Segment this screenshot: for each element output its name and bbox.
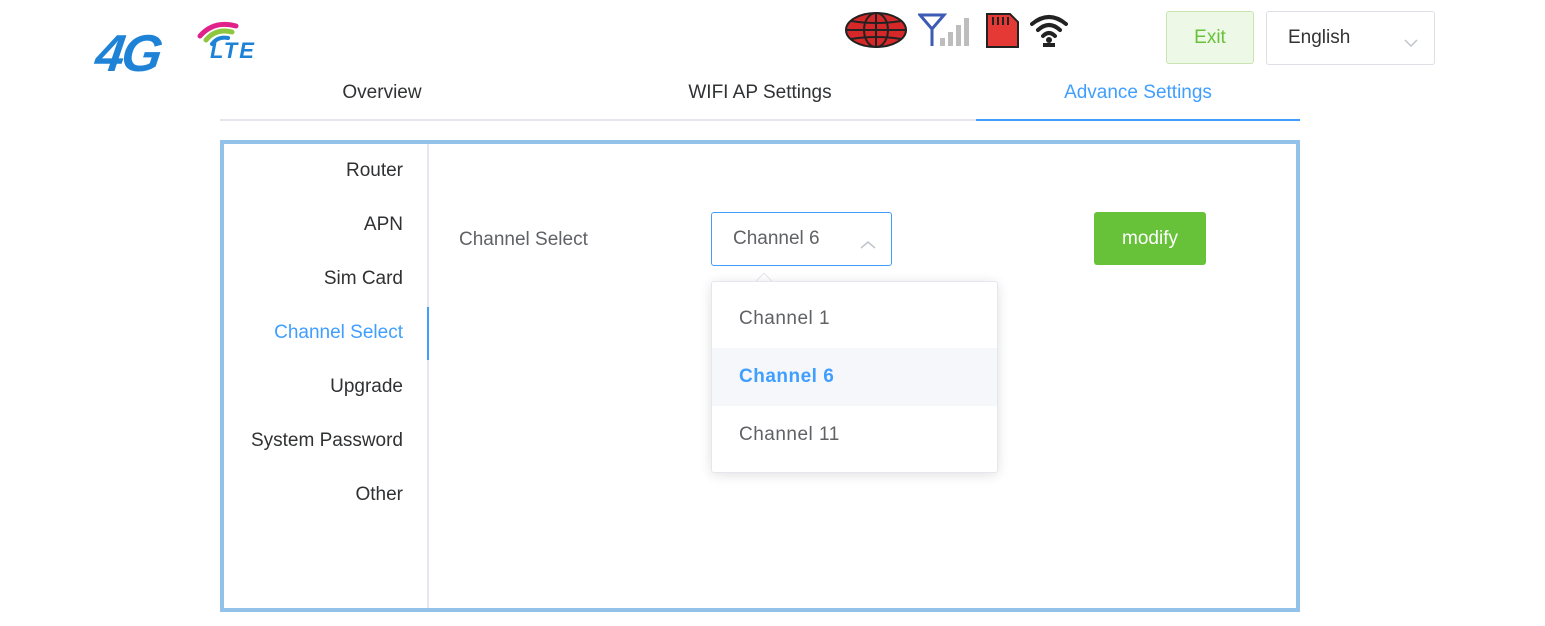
chevron-up-icon xyxy=(860,234,876,256)
tab-advance-settings[interactable]: Advance Settings xyxy=(976,70,1300,121)
channel-dropdown-menu: Channel 1 Channel 6 Channel 11 xyxy=(711,281,998,473)
sidebar-item-router[interactable]: Router xyxy=(346,160,403,182)
main-tabs: Overview WIFI AP Settings Advance Settin… xyxy=(220,70,1300,121)
status-icons xyxy=(844,11,1078,54)
channel-select-value: Channel 6 xyxy=(733,228,820,249)
sidebar-item-apn[interactable]: APN xyxy=(364,214,403,236)
sidebar-item-upgrade[interactable]: Upgrade xyxy=(330,376,403,398)
logo-4g-text: 4G xyxy=(91,25,164,83)
dropdown-option-channel-11[interactable]: Channel 11 xyxy=(712,406,997,464)
chevron-down-icon xyxy=(1404,32,1418,54)
language-select[interactable]: English xyxy=(1266,11,1435,65)
dropdown-option-channel-1[interactable]: Channel 1 xyxy=(712,290,997,348)
language-select-value: English xyxy=(1288,27,1351,48)
sim-card-icon xyxy=(984,12,1020,53)
sidebar-item-sim-card[interactable]: Sim Card xyxy=(324,268,403,290)
sidebar-item-channel-select[interactable]: Channel Select xyxy=(274,322,403,344)
signal-antenna-icon xyxy=(916,13,974,52)
globe-icon xyxy=(844,11,908,54)
channel-select-dropdown[interactable]: Channel 6 xyxy=(711,212,892,266)
wifi-icon xyxy=(1030,12,1068,53)
sidebar-item-system-password[interactable]: System Password xyxy=(251,430,403,452)
brand-logo: 4G LTE xyxy=(92,14,306,83)
sidebar-item-other[interactable]: Other xyxy=(355,484,403,506)
exit-button[interactable]: Exit xyxy=(1166,11,1254,64)
sidebar-active-indicator xyxy=(427,307,429,360)
settings-sidebar: Router APN Sim Card Channel Select Upgra… xyxy=(224,144,429,608)
modify-button[interactable]: modify xyxy=(1094,212,1206,265)
dropdown-option-channel-6[interactable]: Channel 6 xyxy=(712,348,997,406)
logo-lte-text: LTE xyxy=(210,38,256,63)
tab-overview[interactable]: Overview xyxy=(220,70,544,119)
channel-select-label: Channel Select xyxy=(459,229,588,250)
tab-wifi-ap-settings[interactable]: WIFI AP Settings xyxy=(544,70,976,119)
